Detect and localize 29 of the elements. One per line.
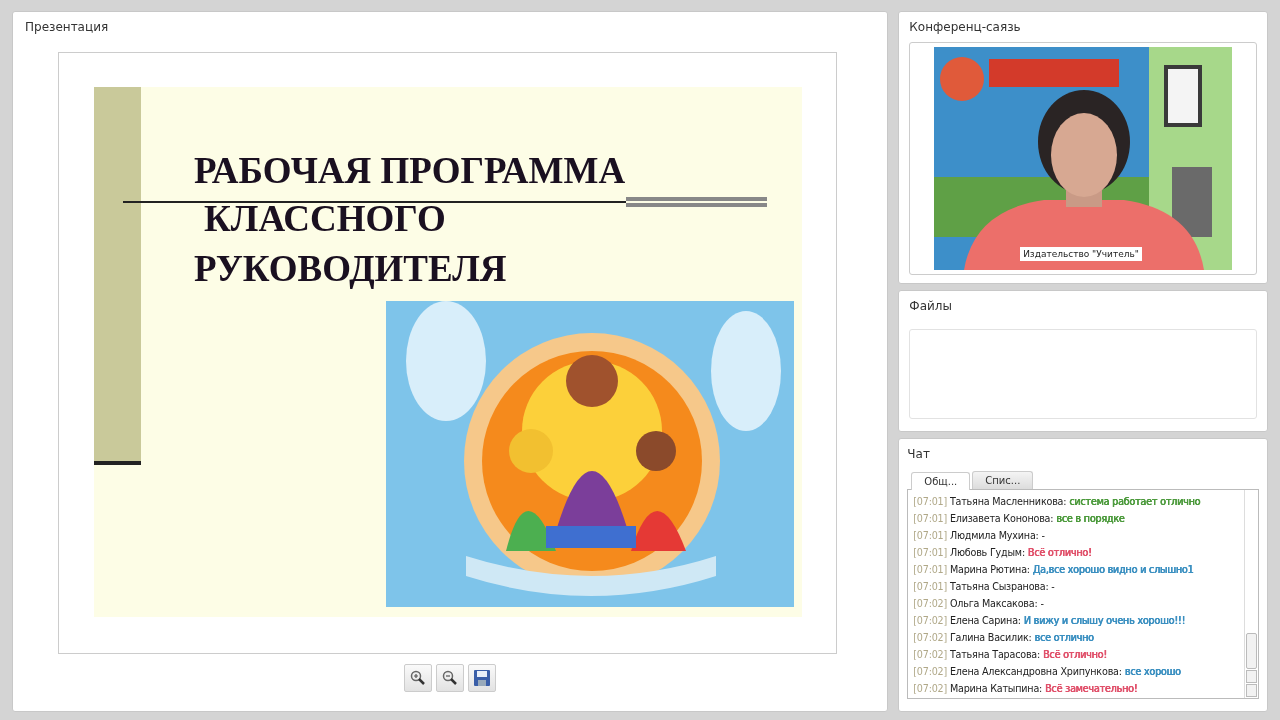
save-icon [473,669,492,687]
zoom-in-icon [410,670,427,686]
chat-message: [07:01] Татьяна Сызранова: - [913,580,1056,594]
slide-title: КЛАССНОГО [204,197,446,240]
chat-message: [07:01] Любовь Гудым: Всё отлично! [913,546,1093,560]
chat-message: [07:01] Елизавета Кононова: все в порядке [913,512,1126,526]
slide-title: РАБОЧАЯ ПРОГРАММА [194,149,626,192]
slide-title: РУКОВОДИТЕЛЯ [194,247,507,290]
zoom-in-button[interactable] [404,664,433,692]
chat-message: [07:02] Галина Василик: все отлично [913,631,1095,645]
chat-tab[interactable]: Спис... [972,471,1034,489]
chat-message: [07:01] Татьяна Масленникова: система работает отлично [913,495,1202,509]
panel-title: Чат [907,447,930,461]
chat-message: [07:02] Елена Сарина: И вижу и слышу очень хорошо!!! [913,614,1187,628]
chat-message: [07:02] Татьяна Тарасова: Всё отлично! [913,648,1108,662]
chat-message: [07:02] Марина Катыпина: Всё замечательно! [913,682,1139,696]
zoom-out-button[interactable] [436,664,465,692]
video-caption: Издательство "Учитель" [1020,247,1142,261]
chat-message: [07:01] Марина Рютина: Да,все хорошо видно и слышно1 [913,563,1195,577]
panel-title: Презентация [25,20,109,34]
panel-title: Файлы [909,299,952,313]
chat-tab[interactable]: Общ... [911,472,971,490]
panel-title: Конференц-саязь [909,20,1021,34]
zoom-out-icon [442,670,459,686]
scrollbar[interactable] [1244,490,1258,698]
save-button[interactable] [468,664,497,692]
chat-message: [07:02] Ольга Максакова: - [913,597,1045,611]
chat-message: [07:02] Елена Александровна Хрипункова: все хорошо [913,665,1182,679]
chat-message: [07:01] Людмила Мухина: - [913,529,1046,543]
